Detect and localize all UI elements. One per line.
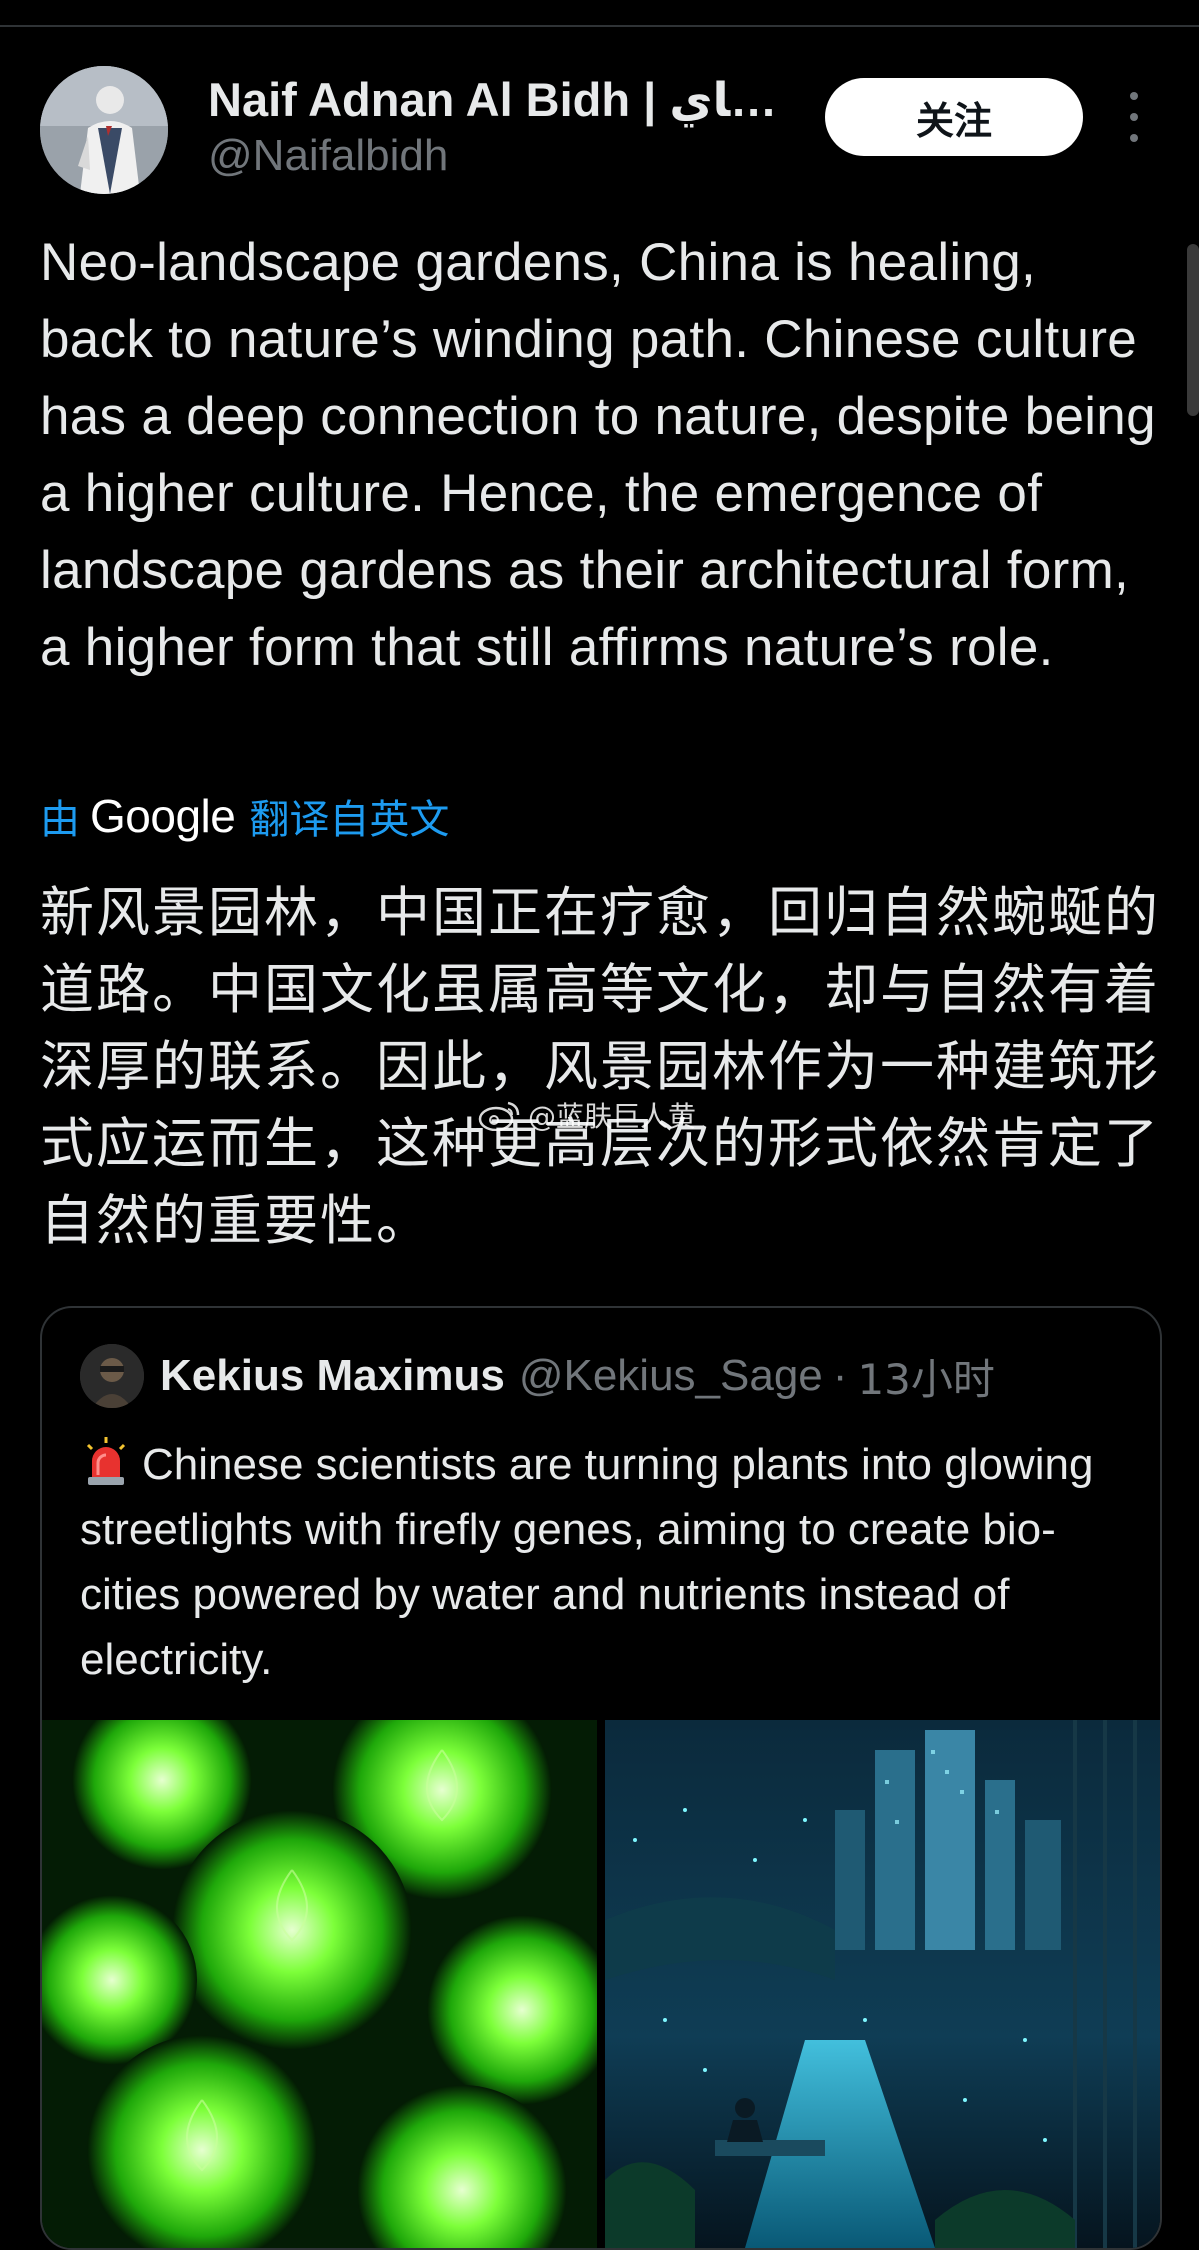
quoted-post-text: Chinese scientists are turning plants in… [80,1432,1130,1692]
translation-attribution[interactable]: 由 Google 翻译自英文 [40,786,449,846]
follow-button[interactable]: 关注 [825,78,1083,156]
quoted-avatar-icon [80,1344,144,1408]
author-display-name[interactable]: Naif Adnan Al Bidh | ناي... [208,70,778,130]
quoted-author-handle[interactable]: @Kekius_Sage [519,1351,823,1401]
glowing-succulents-icon [42,1720,597,2248]
glowing-city-park-icon [605,1720,1160,2248]
header-separator: · [832,1351,848,1400]
weibo-icon [478,1101,520,1131]
glowing-city-park-image[interactable] [605,1720,1160,2248]
quoted-header: Kekius Maximus @Kekius_Sage · 13小时 [160,1346,995,1406]
translated-post-text: 新风景园林，中国正在疗愈，回归自然蜿蜒的道路。中国文化虽属高等文化，却与自然有着… [40,881,1160,1252]
quoted-post-card[interactable]: Kekius Maximus @Kekius_Sage · 13小时 Chine… [40,1306,1162,2250]
siren-icon [86,1437,126,1485]
more-dot [1130,134,1138,142]
top-divider [0,25,1199,27]
author-handle[interactable]: @Naifalbidh [208,128,448,184]
translation-label[interactable]: 翻译自英文 [249,787,449,845]
author-avatar[interactable] [40,66,168,194]
more-dots-icon [1130,92,1138,100]
quoted-author-name[interactable]: Kekius Maximus [160,1351,505,1401]
glowing-succulents-image[interactable] [42,1720,597,2248]
more-options-button[interactable] [1112,92,1156,142]
scrollbar-thumb[interactable] [1187,244,1199,416]
more-dot [1130,113,1138,121]
watermark: @蓝肤巨人黄 [478,1095,696,1135]
quoted-text-body: Chinese scientists are turning plants in… [80,1440,1094,1684]
google-logo: Google [90,790,236,842]
avatar-figure-icon [40,66,168,194]
watermark-text: @蓝肤巨人黄 [528,1100,697,1133]
quoted-author-avatar[interactable] [80,1344,144,1408]
quoted-timestamp[interactable]: 13小时 [857,1346,994,1407]
post-text: Neo-landscape gardens, China is healing,… [40,233,1156,677]
translation-by-label: 由 [40,797,80,843]
